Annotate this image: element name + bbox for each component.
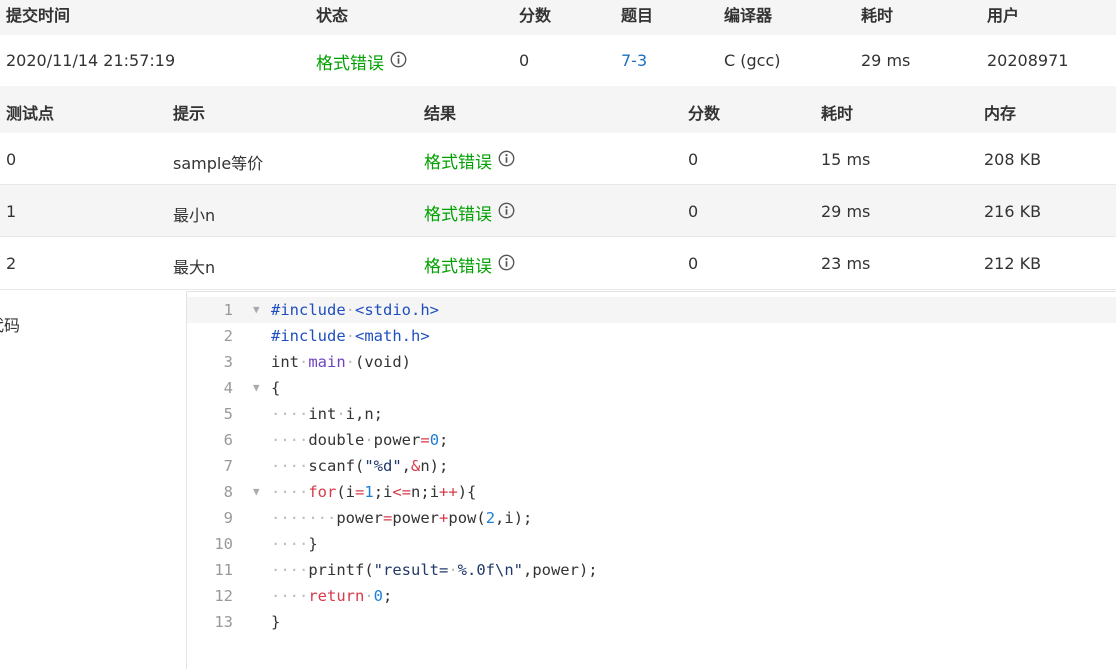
code-text: ····int·i,n; xyxy=(271,405,383,423)
testcase-memory: 216 KB xyxy=(984,202,1042,221)
line-number: 4 xyxy=(223,379,233,397)
line-number: 5 xyxy=(223,405,233,423)
code-line: 6 ····double·power=0; xyxy=(187,427,1116,453)
code-line: 1 ▼ #include·<stdio.h> xyxy=(187,297,1116,323)
code-text: ····printf("result=·%.0f\n",power); xyxy=(271,561,598,579)
info-circle-icon[interactable] xyxy=(498,150,515,172)
line-number: 3 xyxy=(223,353,233,371)
info-circle-icon[interactable] xyxy=(498,254,515,276)
testcase-id: 2 xyxy=(6,254,17,273)
compiler-value: C (gcc) xyxy=(724,51,781,70)
header-status: 状态 xyxy=(316,6,349,25)
submission-header-row: 提交时间 状态 分数 题目 编译器 耗时 用户 xyxy=(0,0,1116,35)
submission-status[interactable]: 格式错误 xyxy=(316,49,407,74)
code-text: { xyxy=(271,379,281,397)
header-problem: 题目 xyxy=(621,6,654,25)
code-text: #include·<math.h> xyxy=(271,327,430,345)
submission-score: 0 xyxy=(519,51,530,70)
testcase-time: 23 ms xyxy=(821,254,871,273)
code-line: 4 ▼ { xyxy=(187,375,1116,401)
testcase-score: 0 xyxy=(688,254,699,273)
code-text: } xyxy=(271,613,281,631)
testcase-result[interactable]: 格式错误 xyxy=(424,148,515,173)
code-text: ····} xyxy=(271,535,318,553)
code-text: int·main·(void) xyxy=(271,353,412,371)
line-number: 7 xyxy=(223,457,233,475)
line-number: 9 xyxy=(223,509,233,527)
header-score: 分数 xyxy=(519,6,552,25)
header-memory: 内存 xyxy=(984,104,1017,123)
testcase-row: 2 最大n 格式错误 0 23 ms 212 KB xyxy=(0,237,1116,290)
testcase-result[interactable]: 格式错误 xyxy=(424,200,515,225)
code-line: 12 ····return·0; xyxy=(187,583,1116,609)
code-line: 5 ····int·i,n; xyxy=(187,401,1116,427)
elapsed-value: 29 ms xyxy=(861,51,911,70)
testcase-memory: 208 KB xyxy=(984,150,1042,169)
code-text: ····for(i=1;i<=n;i++){ xyxy=(271,483,477,501)
problem-link[interactable]: 7-3 xyxy=(621,51,647,70)
testcase-row: 0 sample等价 格式错误 0 15 ms 208 KB xyxy=(0,133,1116,185)
code-line: 3 int·main·(void) xyxy=(187,349,1116,375)
submit-time: 2020/11/14 21:57:19 xyxy=(6,51,176,70)
testcase-hint: sample等价 xyxy=(173,154,264,173)
code-line: 7 ····scanf("%d",&n); xyxy=(187,453,1116,479)
testcase-row: 1 最小n 格式错误 0 29 ms 216 KB xyxy=(0,185,1116,237)
testcase-hint: 最小n xyxy=(173,206,216,225)
code-section-label: 代码 xyxy=(0,312,20,336)
code-line: 2 #include·<math.h> xyxy=(187,323,1116,349)
line-number: 6 xyxy=(223,431,233,449)
code-line: 8 ▼ ····for(i=1;i<=n;i++){ xyxy=(187,479,1116,505)
testcase-score: 0 xyxy=(688,150,699,169)
code-text: ····double·power=0; xyxy=(271,431,449,449)
fold-arrow-icon[interactable]: ▼ xyxy=(253,297,260,323)
testcase-hint: 最大n xyxy=(173,258,216,277)
header-testcase: 测试点 xyxy=(6,104,55,123)
testcase-result-label: 格式错误 xyxy=(424,205,492,225)
header-result: 结果 xyxy=(424,104,457,123)
testcase-time: 29 ms xyxy=(821,202,871,221)
code-line: 9 ·······power=power+pow(2,i); xyxy=(187,505,1116,531)
code-line: 10 ····} xyxy=(187,531,1116,557)
code-text: ····return·0; xyxy=(271,587,393,605)
testcase-memory: 212 KB xyxy=(984,254,1042,273)
line-number: 1 xyxy=(223,301,233,319)
code-label-text: 代码 xyxy=(0,316,21,335)
testcase-result[interactable]: 格式错误 xyxy=(424,252,515,277)
header-compiler: 编译器 xyxy=(724,6,773,25)
code-text: ·······power=power+pow(2,i); xyxy=(271,509,533,527)
testcase-time: 15 ms xyxy=(821,150,871,169)
line-number: 10 xyxy=(214,535,233,553)
code-viewer[interactable]: 1 ▼ #include·<stdio.h> 2 #include·<math.… xyxy=(186,291,1116,669)
line-number: 8 xyxy=(223,483,233,501)
user-value: 20208971 xyxy=(987,51,1069,70)
line-number: 12 xyxy=(214,587,233,605)
code-line: 11 ····printf("result=·%.0f\n",power); xyxy=(187,557,1116,583)
info-circle-icon[interactable] xyxy=(498,202,515,224)
submission-row: 2020/11/14 21:57:19 格式错误 0 7-3 C (gcc) 2… xyxy=(0,35,1116,87)
line-number: 13 xyxy=(214,613,233,631)
fold-arrow-icon[interactable]: ▼ xyxy=(253,375,260,401)
testcase-score: 0 xyxy=(688,202,699,221)
submission-status-label: 格式错误 xyxy=(316,54,384,74)
testcase-id: 1 xyxy=(6,202,17,221)
header-tc-score: 分数 xyxy=(688,104,721,123)
header-elapsed: 耗时 xyxy=(861,6,894,25)
testcase-id: 0 xyxy=(6,150,17,169)
code-line: 13 } xyxy=(187,609,1116,635)
fold-arrow-icon[interactable]: ▼ xyxy=(253,479,260,505)
line-number: 2 xyxy=(223,327,233,345)
header-hint: 提示 xyxy=(173,104,206,123)
testcase-result-label: 格式错误 xyxy=(424,153,492,173)
header-tc-time: 耗时 xyxy=(821,104,854,123)
code-text: ····scanf("%d",&n); xyxy=(271,457,449,475)
testcase-header-row: 测试点 提示 结果 分数 耗时 内存 xyxy=(0,86,1116,133)
header-user: 用户 xyxy=(987,6,1020,25)
header-submit-time: 提交时间 xyxy=(6,6,71,25)
info-circle-icon[interactable] xyxy=(390,51,407,73)
testcase-result-label: 格式错误 xyxy=(424,257,492,277)
line-number: 11 xyxy=(214,561,233,579)
code-text: #include·<stdio.h> xyxy=(271,301,439,319)
